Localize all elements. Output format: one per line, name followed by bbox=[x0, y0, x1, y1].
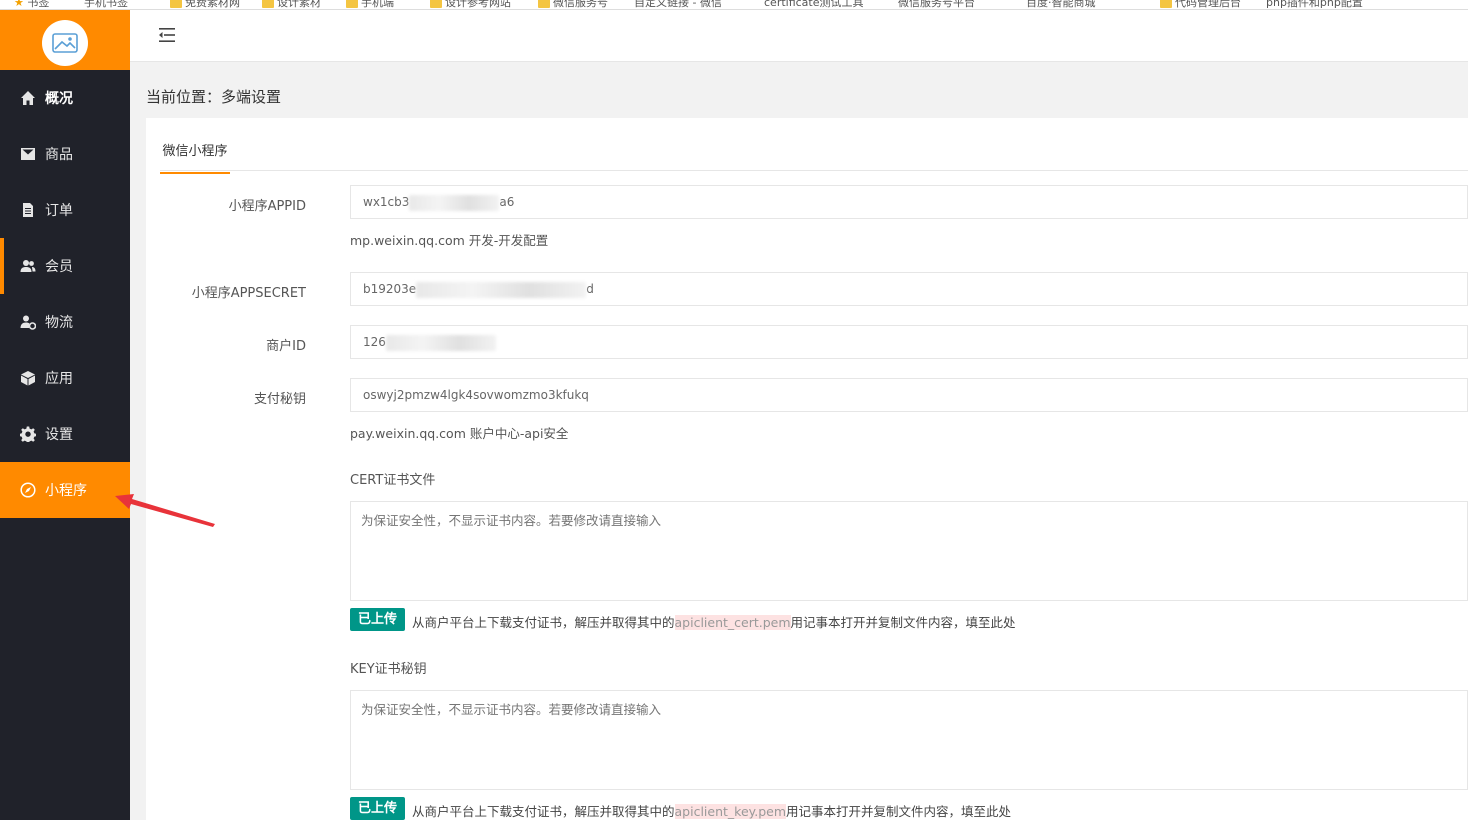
key-hint-before: 从商户平台上下载支付证书，解压并取得其中的 bbox=[412, 804, 675, 819]
cert-hint-after: 用记事本打开并复制文件内容，填至此处 bbox=[790, 615, 1016, 630]
appid-input[interactable]: wx1cb3 a6 bbox=[350, 185, 1468, 219]
mail-icon bbox=[20, 146, 36, 162]
bookmark-item[interactable]: 设计参考网站 bbox=[430, 0, 511, 9]
gear-icon bbox=[20, 426, 36, 442]
key-filename: apiclient_key.pem bbox=[674, 804, 787, 819]
sidebar-item-label: 小程序 bbox=[45, 483, 87, 499]
top-header bbox=[130, 10, 1468, 62]
appid-value-suffix: a6 bbox=[499, 195, 515, 209]
bookmarks-bar: ★ 书签 手机书签 免费素材网 设计素材 手机端 设计参考网站 微信服务号 自定… bbox=[0, 0, 1468, 10]
bookmark-item[interactable]: php插件和php配置 bbox=[1266, 0, 1363, 9]
image-icon bbox=[52, 33, 78, 53]
key-label: KEY证书秘钥 bbox=[350, 662, 427, 677]
secret-label: 小程序APPSECRET bbox=[191, 286, 306, 301]
bookmark-item[interactable]: 自定义链接 - 微信 bbox=[634, 0, 722, 9]
sidebar-item-label: 应用 bbox=[45, 371, 73, 387]
tab-wechat-miniprogram[interactable]: 微信小程序 bbox=[160, 140, 230, 174]
appsecret-input[interactable]: b19203e d bbox=[350, 272, 1468, 306]
home-icon bbox=[20, 90, 36, 106]
sidebar-item-label: 商品 bbox=[45, 147, 73, 163]
document-icon bbox=[20, 202, 36, 218]
bookmark-item[interactable]: 微信服务号 bbox=[538, 0, 608, 9]
sidebar-item-apps[interactable]: 应用 bbox=[0, 350, 130, 406]
sidebar-item-label: 概况 bbox=[45, 91, 73, 107]
cert-hint-before: 从商户平台上下载支付证书，解压并取得其中的 bbox=[412, 615, 675, 630]
bookmark-item[interactable]: ★ 书签 bbox=[14, 0, 49, 9]
secret-value-suffix: d bbox=[586, 282, 594, 296]
sidebar-item-label: 设置 bbox=[45, 427, 73, 443]
paykey-input[interactable]: oswyj2pmzw4lgk4sovwomzmo3kfukq bbox=[350, 378, 1468, 412]
bookmark-item[interactable]: 微信服务号平台 bbox=[898, 0, 975, 9]
sidebar-item-orders[interactable]: 订单 bbox=[0, 182, 130, 238]
key-uploaded-badge: 已上传 bbox=[350, 797, 406, 820]
tab-divider bbox=[160, 170, 1468, 171]
key-hint-after: 用记事本打开并复制文件内容，填至此处 bbox=[786, 804, 1012, 819]
appid-hint: mp.weixin.qq.com 开发-开发配置 bbox=[350, 233, 549, 248]
bookmark-item[interactable]: 手机端 bbox=[346, 0, 394, 9]
cert-label: CERT证书文件 bbox=[350, 473, 436, 488]
key-textarea[interactable] bbox=[350, 690, 1468, 790]
merchant-value-prefix: 126 bbox=[363, 335, 386, 349]
sidebar-item-label: 会员 bbox=[45, 259, 73, 275]
appid-label: 小程序APPID bbox=[228, 199, 306, 214]
sidebar: 概况 商品 订单 会员 物流 应用 设置 小程序 bbox=[0, 10, 130, 820]
bookmark-item[interactable]: 免费素材网 bbox=[170, 0, 240, 9]
sidebar-item-goods[interactable]: 商品 bbox=[0, 126, 130, 182]
merchant-label: 商户ID bbox=[266, 339, 306, 354]
sidebar-item-settings[interactable]: 设置 bbox=[0, 406, 130, 462]
sidebar-item-overview[interactable]: 概况 bbox=[0, 70, 130, 126]
compass-icon bbox=[20, 482, 36, 498]
merchant-id-input[interactable]: 126 bbox=[350, 325, 1468, 359]
paykey-label: 支付秘钥 bbox=[253, 392, 306, 407]
logo-area bbox=[0, 10, 130, 70]
paykey-hint: pay.weixin.qq.com 账户中心-api安全 bbox=[350, 426, 569, 441]
bookmark-item[interactable]: 手机书签 bbox=[84, 0, 128, 9]
redacted-blur bbox=[409, 194, 500, 211]
settings-card: 微信小程序 小程序APPID wx1cb3 a6 mp.weixin.qq.com… bbox=[146, 118, 1468, 820]
cube-icon bbox=[20, 370, 36, 386]
cert-textarea[interactable] bbox=[350, 501, 1468, 601]
redacted-blur bbox=[385, 334, 496, 351]
sidebar-item-label: 订单 bbox=[45, 203, 73, 219]
appid-value-prefix: wx1cb3 bbox=[363, 195, 410, 209]
sidebar-item-logistics[interactable]: 物流 bbox=[0, 294, 130, 350]
sidebar-item-miniprogram[interactable]: 小程序 bbox=[0, 462, 130, 518]
users-icon bbox=[20, 258, 36, 274]
user-gear-icon bbox=[20, 314, 36, 330]
paykey-value: oswyj2pmzw4lgk4sovwomzmo3kfukq bbox=[363, 388, 589, 402]
sidebar-item-members[interactable]: 会员 bbox=[0, 238, 130, 294]
key-upload-hint: 从商户平台上下载支付证书，解压并取得其中的apiclient_key.pem用记… bbox=[412, 801, 1011, 820]
menu-toggle-icon[interactable] bbox=[158, 27, 176, 43]
breadcrumb: 当前位置：多端设置 bbox=[146, 88, 282, 106]
bookmark-item[interactable]: 设计素材 bbox=[262, 0, 321, 9]
cert-uploaded-badge: 已上传 bbox=[350, 608, 406, 631]
cert-upload-hint: 从商户平台上下载支付证书，解压并取得其中的apiclient_cert.pem用… bbox=[412, 612, 1016, 631]
bookmark-item[interactable]: 百度·智能商城 bbox=[1026, 0, 1096, 9]
secret-value-prefix: b19203e bbox=[363, 282, 417, 296]
cert-filename: apiclient_cert.pem bbox=[674, 615, 791, 630]
bookmark-item[interactable]: 代码管理后台 bbox=[1160, 0, 1241, 9]
logo[interactable] bbox=[42, 20, 88, 66]
bookmark-item[interactable]: certificate测试工具 bbox=[764, 0, 864, 9]
redacted-blur bbox=[416, 281, 587, 298]
sidebar-item-label: 物流 bbox=[45, 315, 73, 331]
